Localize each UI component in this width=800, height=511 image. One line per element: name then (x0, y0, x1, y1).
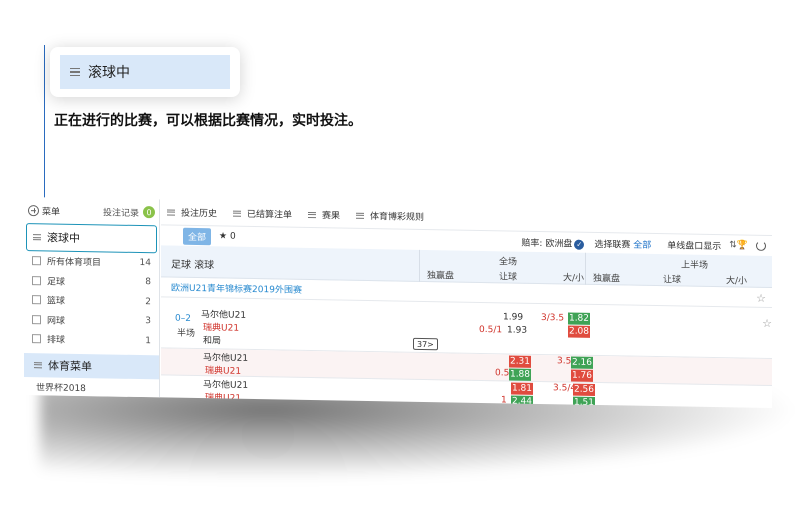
sidebar-top-bar: 菜单 投注记录 0 (24, 197, 159, 225)
divider (585, 252, 586, 285)
caption-text: 正在进行的比赛，可以根据比赛情况，实时投注。 (54, 113, 362, 129)
menu-icon (233, 210, 242, 217)
half-time-header: 上半场 (681, 260, 709, 271)
home-team: 马尔他U21 (203, 353, 249, 364)
ou-line: 3.5 (557, 356, 572, 367)
col-handicap: 让球 (499, 272, 518, 283)
odds-type-select[interactable]: 赔率: 欧洲盘 ✓ (521, 235, 585, 250)
col-half-moneyline: 独赢盘 (593, 273, 621, 285)
menu-icon (167, 208, 175, 216)
tab-label: 投注历史 (181, 208, 218, 220)
hcp-line: 0.5/1 (479, 324, 503, 336)
callout-title: 滚球中 (88, 65, 130, 81)
tab-label: 赛果 (322, 211, 341, 222)
sidebar-item-label: 体育菜单 (48, 358, 92, 373)
more-markets-button[interactable]: 37> (413, 337, 438, 351)
records-count-badge: 0 (143, 206, 155, 219)
sport-filter-tennis[interactable]: 网球 3 (24, 310, 159, 332)
odds-cell[interactable]: 1.76 (571, 369, 593, 382)
tab-bet-history[interactable]: 投注历史 (167, 205, 217, 219)
full-time-header: 全场 (499, 257, 518, 268)
odds-cell[interactable]: 2.16 (571, 356, 593, 369)
odds-cell[interactable]: 1.93 (507, 325, 527, 335)
ou-line: 3/3.5 (541, 313, 565, 324)
sport-label: 排球 (47, 335, 66, 346)
sport-label: 篮球 (47, 296, 66, 307)
tab-results[interactable]: 赛果 (308, 208, 340, 222)
sort-trophy-icon[interactable]: ⇅🏆 (729, 240, 748, 250)
sport-filter-football[interactable]: 足球 8 (24, 271, 159, 293)
sport-label: 足球 (47, 277, 66, 288)
single-line-toggle[interactable]: 单线盘口显示 (667, 238, 721, 252)
checkbox[interactable] (32, 256, 41, 266)
sport-count: 14 (139, 257, 151, 268)
sport-filter-volleyball[interactable]: 排球 1 (24, 329, 159, 351)
checkbox[interactable] (32, 314, 41, 325)
sidebar-item-live[interactable]: 滚球中 (26, 223, 157, 254)
odds-cell[interactable]: 1.88 (509, 368, 531, 381)
sportsbook-window: 菜单 投注记录 0 滚球中 所有体育项目 14 足球 8 篮球 2 网球 3 排… (24, 197, 772, 409)
sport-count: 2 (145, 296, 151, 307)
col-moneyline: 独赢盘 (427, 271, 455, 282)
away-team: 瑞典U21 (203, 323, 240, 334)
sport-label: 所有体育项目 (47, 257, 102, 269)
odds-cell[interactable]: 2.08 (568, 325, 590, 338)
sport-label: 网球 (47, 316, 66, 327)
main-panel: 投注历史 已结算注单 赛果 体育博彩规则 全部 ★ 0 赔率: 欧洲盘 ✓ 选择联 (161, 199, 772, 409)
checkbox[interactable] (32, 275, 41, 286)
odds-cell[interactable]: 2.56 (573, 383, 595, 396)
odds-type-label: 赔率: 欧洲盘 (521, 238, 573, 250)
hcp-line: 0.5 (495, 368, 510, 379)
sport-count: 8 (145, 277, 151, 288)
odds-cell[interactable]: 1.99 (503, 312, 523, 322)
match-period: 半场 (177, 328, 196, 339)
bet-records-link[interactable]: 投注记录 (103, 205, 139, 219)
odds-cell[interactable]: 1.81 (511, 382, 533, 395)
check-icon: ✓ (574, 239, 585, 250)
all-button[interactable]: 全部 (183, 227, 212, 245)
league-name: 欧洲U21青年锦标赛2019外围赛 (171, 283, 302, 296)
callout-live-item: 滚球中 (60, 55, 230, 89)
odds-cell[interactable]: 1.82 (568, 312, 590, 325)
odds-cell[interactable]: 2.31 (509, 355, 531, 368)
sidebar: 菜单 投注记录 0 滚球中 所有体育项目 14 足球 8 篮球 2 网球 3 排… (24, 197, 160, 398)
tab-label: 体育博彩规则 (370, 212, 425, 223)
menu-label[interactable]: 菜单 (42, 204, 60, 217)
favorites-count[interactable]: ★ 0 (219, 231, 236, 241)
checkbox[interactable] (32, 295, 41, 305)
home-team: 马尔他U21 (203, 380, 249, 391)
tab-label: 已结算注单 (247, 209, 293, 221)
away-team: 瑞典U21 (205, 366, 242, 377)
match-score: 0–2 (175, 313, 191, 324)
sport-filter-all[interactable]: 所有体育项目 14 (24, 251, 159, 273)
live-callout: 滚球中 (50, 47, 240, 97)
league-select[interactable]: 选择联赛 全部 (594, 236, 651, 250)
menu-icon (34, 361, 42, 368)
sport-count: 3 (145, 316, 151, 327)
sidebar-item-sports-menu[interactable]: 体育菜单 (24, 352, 159, 379)
sport-count: 1 (145, 335, 151, 346)
sidebar-item-label: 滚球中 (47, 231, 80, 245)
tab-rules[interactable]: 体育博彩规则 (356, 209, 424, 223)
col-half-over-under: 大/小 (726, 276, 748, 287)
col-half-handicap: 让球 (663, 275, 682, 286)
star-icon[interactable]: ☆ (762, 317, 772, 330)
league-select-value: 全部 (633, 240, 652, 251)
league-select-label: 选择联赛 (594, 239, 631, 251)
sport-filter-basketball[interactable]: 篮球 2 (24, 290, 159, 312)
tab-settled[interactable]: 已结算注单 (233, 207, 292, 221)
checkbox[interactable] (32, 334, 41, 344)
menu-icon (308, 211, 317, 218)
col-over-under: 大/小 (563, 273, 585, 284)
menu-icon (33, 234, 41, 241)
menu-icon (356, 212, 365, 219)
draw-label: 和局 (203, 336, 222, 347)
menu-icon (70, 68, 80, 76)
star-icon[interactable]: ☆ (756, 292, 766, 305)
home-team: 马尔他U21 (201, 310, 247, 321)
refresh-icon[interactable] (756, 240, 766, 251)
plus-circle-icon[interactable] (28, 204, 39, 216)
divider (419, 249, 420, 282)
table-title: 足球 滚球 (171, 259, 215, 272)
